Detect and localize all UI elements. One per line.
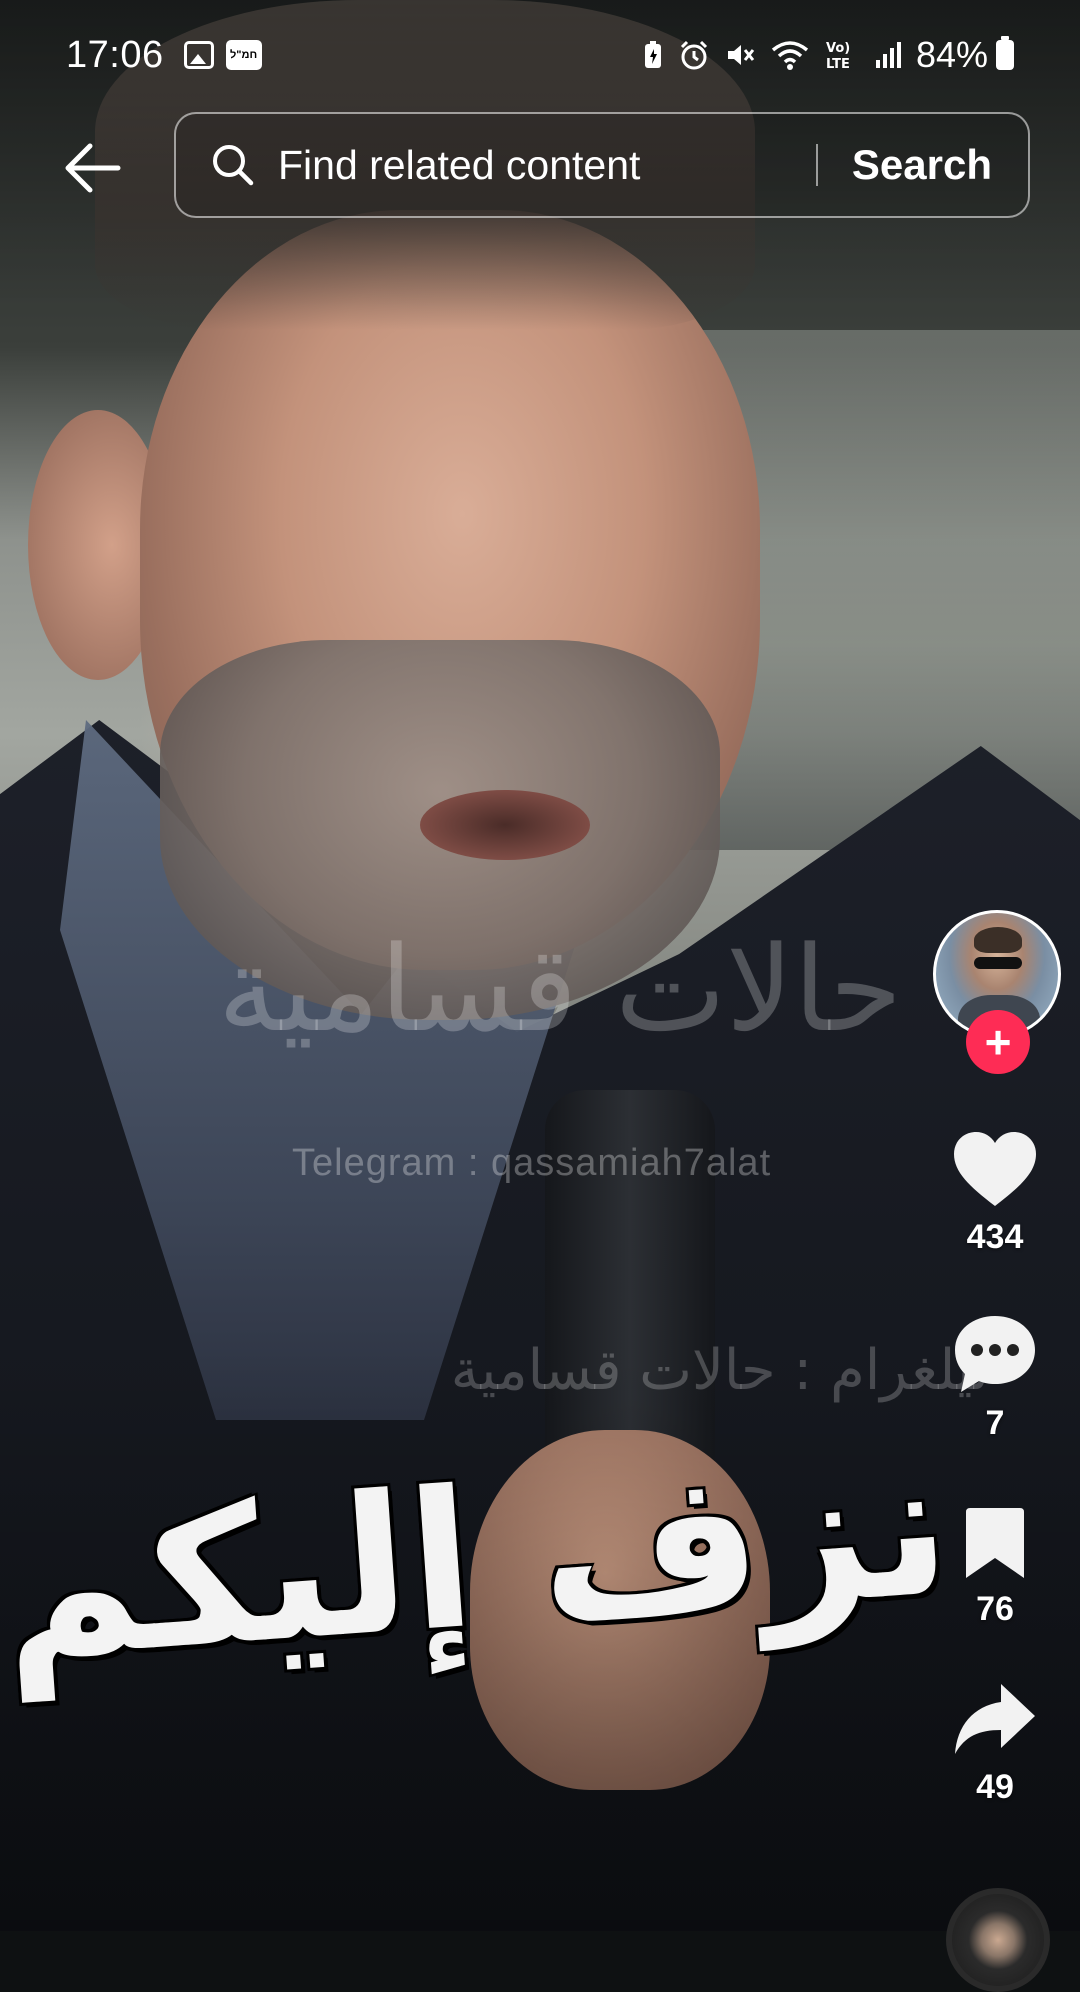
svg-text:Vo): Vo) xyxy=(826,41,850,56)
search-divider xyxy=(815,144,818,186)
save-button[interactable]: 76 xyxy=(910,1506,1080,1629)
back-button[interactable] xyxy=(52,132,132,204)
share-button[interactable]: 49 xyxy=(910,1680,1080,1807)
status-left: 17:06 חמ"ל xyxy=(66,34,262,77)
avatar-sunglasses xyxy=(974,957,1022,969)
gallery-notification-icon xyxy=(183,41,214,69)
wifi-icon xyxy=(770,39,810,71)
search-icon xyxy=(210,142,270,188)
share-arrow-icon xyxy=(955,1684,1035,1754)
comment-button[interactable]: 7 xyxy=(910,1312,1080,1443)
battery-saver-icon xyxy=(642,40,664,70)
comment-icon xyxy=(955,1316,1035,1392)
signal-icon xyxy=(874,40,904,70)
back-arrow-icon xyxy=(65,143,121,193)
svg-text:LTE: LTE xyxy=(826,57,850,71)
search-input[interactable]: Find related content xyxy=(278,142,816,189)
avatar-hair xyxy=(974,927,1022,953)
watermark-arabic: حالات قسامية xyxy=(217,920,903,1058)
volte-icon: Vo) LTE xyxy=(824,39,860,71)
share-count: 49 xyxy=(976,1768,1014,1806)
like-count: 434 xyxy=(966,1218,1024,1256)
comment-count: 7 xyxy=(985,1404,1005,1442)
sound-disc[interactable] xyxy=(946,1888,1050,1992)
mute-icon xyxy=(724,39,756,71)
like-button[interactable]: 434 xyxy=(910,1130,1080,1257)
action-column: + 434 7 76 49 xyxy=(910,0,1080,1992)
notification-badge-icon: חמ"ל xyxy=(225,40,262,70)
watermark-telegram: Telegram : qassamiah7alat xyxy=(292,1142,772,1184)
save-count: 76 xyxy=(976,1590,1014,1628)
search-bar[interactable]: Find related content Search xyxy=(174,112,1030,218)
follow-plus-button[interactable]: + xyxy=(966,1010,1030,1074)
alarm-icon xyxy=(678,39,710,71)
status-time: 17:06 xyxy=(66,33,164,76)
heart-icon xyxy=(954,1132,1036,1206)
bookmark-icon xyxy=(966,1508,1024,1578)
